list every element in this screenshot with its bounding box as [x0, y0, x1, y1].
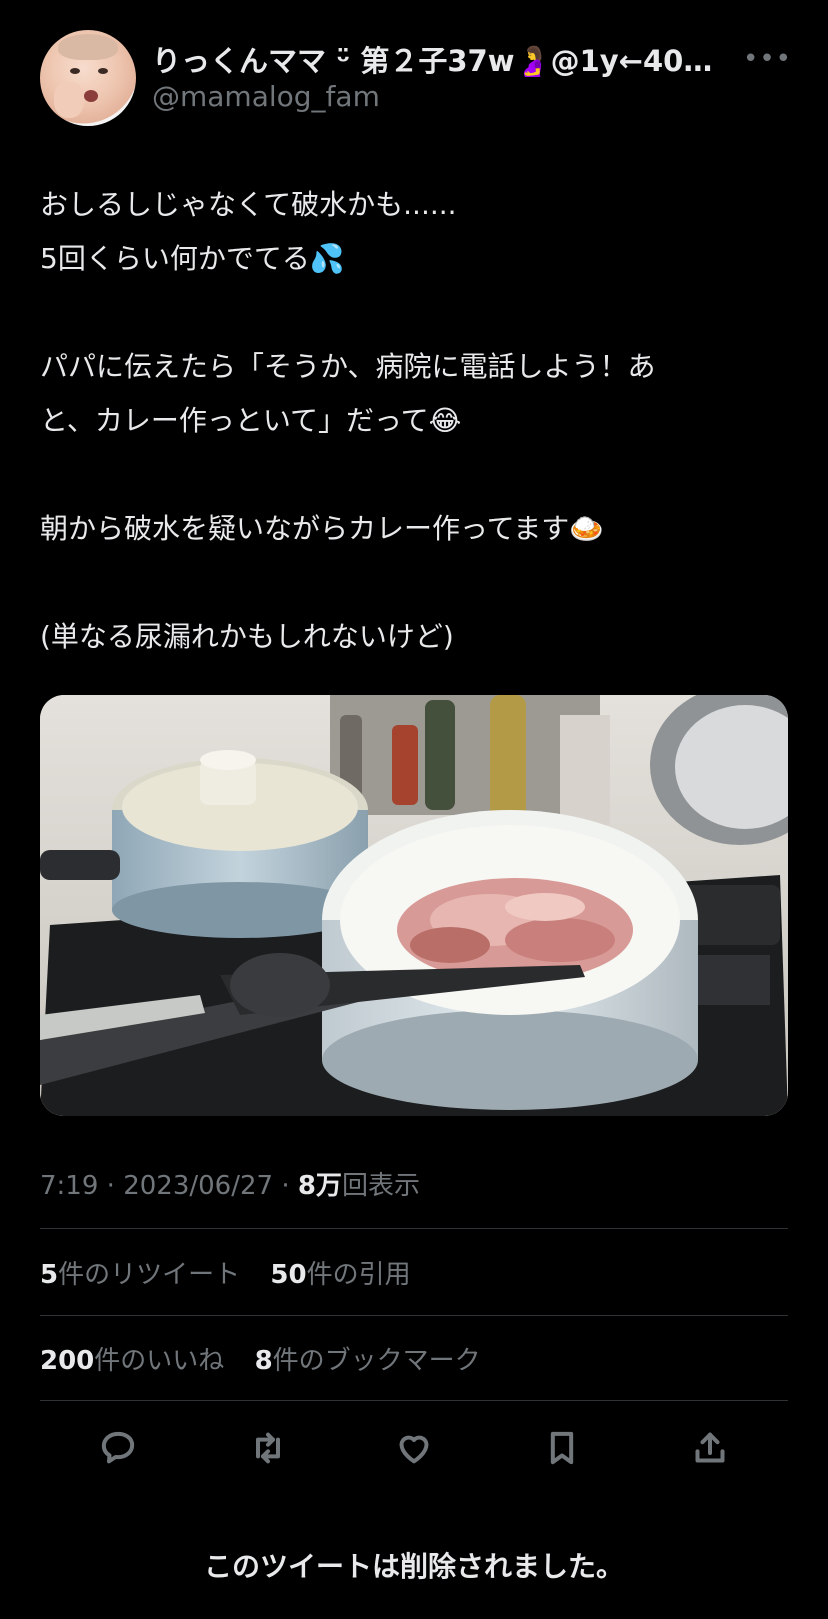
likes-count: 200 — [40, 1346, 95, 1376]
avatar-eye-right — [98, 68, 108, 74]
retweet-button[interactable] — [246, 1426, 290, 1470]
views-label: 回表示 — [341, 1171, 420, 1201]
tweet-date[interactable]: 2023/06/27 — [123, 1171, 273, 1201]
tweet-photo[interactable] — [40, 695, 788, 1116]
divider — [40, 1315, 788, 1316]
tweet-meta: 7:19 · 2023/06/27 · 8万回表示 — [40, 1165, 420, 1202]
meta-separator: · — [281, 1171, 298, 1201]
tweet-line-gap — [40, 448, 790, 502]
avatar-hair — [58, 34, 118, 60]
tweet-text: おしるしじゃなくて破水かも...... 5回くらい何かでてる💦 パパに伝えたら「… — [40, 178, 790, 664]
retweet-icon — [256, 1432, 280, 1464]
user-handle[interactable]: @mamalog_fam — [152, 80, 380, 113]
tweet-line-gap — [40, 556, 790, 610]
quotes-stat[interactable]: 50件の引用 — [270, 1260, 410, 1290]
share-stats: 5件のリツイート 50件の引用 — [40, 1254, 433, 1291]
bookmark-button[interactable] — [540, 1426, 584, 1470]
tweet-header: りっくんママ ᵕ̈ 第２子37w🤰@1y←40… @mamalog_fam ••… — [40, 30, 800, 126]
avatar-eye-left — [70, 68, 80, 74]
views-count: 8万 — [297, 1171, 342, 1201]
likes-stat[interactable]: 200件のいいね — [40, 1346, 224, 1376]
share-button[interactable] — [688, 1426, 732, 1470]
bookmarks-stat[interactable]: 8件のブックマーク — [255, 1346, 481, 1376]
divider — [40, 1228, 788, 1229]
tweet-line: 5回くらい何かでてる💦 — [40, 242, 345, 275]
more-options-icon[interactable]: ••• — [743, 44, 792, 74]
tweet-time[interactable]: 7:19 — [40, 1171, 98, 1201]
tweet-line: おしるしじゃなくて破水かも...... — [40, 188, 457, 221]
avatar-mouth — [84, 90, 98, 102]
avatar[interactable] — [40, 30, 136, 126]
like-stats: 200件のいいね 8件のブックマーク — [40, 1340, 503, 1377]
like-button[interactable] — [392, 1426, 436, 1470]
tweet-line: (単なる尿漏れかもしれないけど) — [40, 620, 454, 653]
action-bar — [40, 1418, 788, 1478]
like-icon — [399, 1435, 429, 1464]
retweets-count: 5 — [40, 1260, 59, 1290]
cooking-photo-illustration — [40, 695, 788, 1116]
tweet-line: パパに伝えたら「そうか、病院に電話しよう！あ — [40, 350, 656, 383]
tweet-line: と、カレー作っといて」だって😂 — [40, 404, 462, 437]
likes-label: 件のいいね — [94, 1346, 225, 1376]
bookmark-icon — [550, 1431, 574, 1465]
display-name[interactable]: りっくんママ ᵕ̈ 第２子37w🤰@1y←40… — [152, 38, 742, 80]
bookmarks-count: 8 — [254, 1346, 273, 1376]
deleted-notice: このツイートは削除されました。 — [203, 1550, 624, 1583]
quotes-label: 件の引用 — [306, 1260, 411, 1290]
share-icon — [695, 1432, 725, 1463]
meta-separator: · — [106, 1171, 124, 1201]
avatar-hand — [54, 82, 84, 118]
tweet-line: 朝から破水を疑いながらカレー作ってます🍛 — [40, 512, 605, 545]
reply-button[interactable] — [96, 1426, 140, 1470]
retweets-stat[interactable]: 5件のリツイート — [40, 1260, 240, 1290]
quotes-count: 50 — [270, 1260, 307, 1290]
tweet-line-gap — [40, 286, 790, 340]
divider — [40, 1400, 788, 1401]
retweets-label: 件のリツイート — [58, 1260, 241, 1290]
reply-icon — [101, 1431, 135, 1464]
bookmarks-label: 件のブックマーク — [272, 1346, 481, 1376]
